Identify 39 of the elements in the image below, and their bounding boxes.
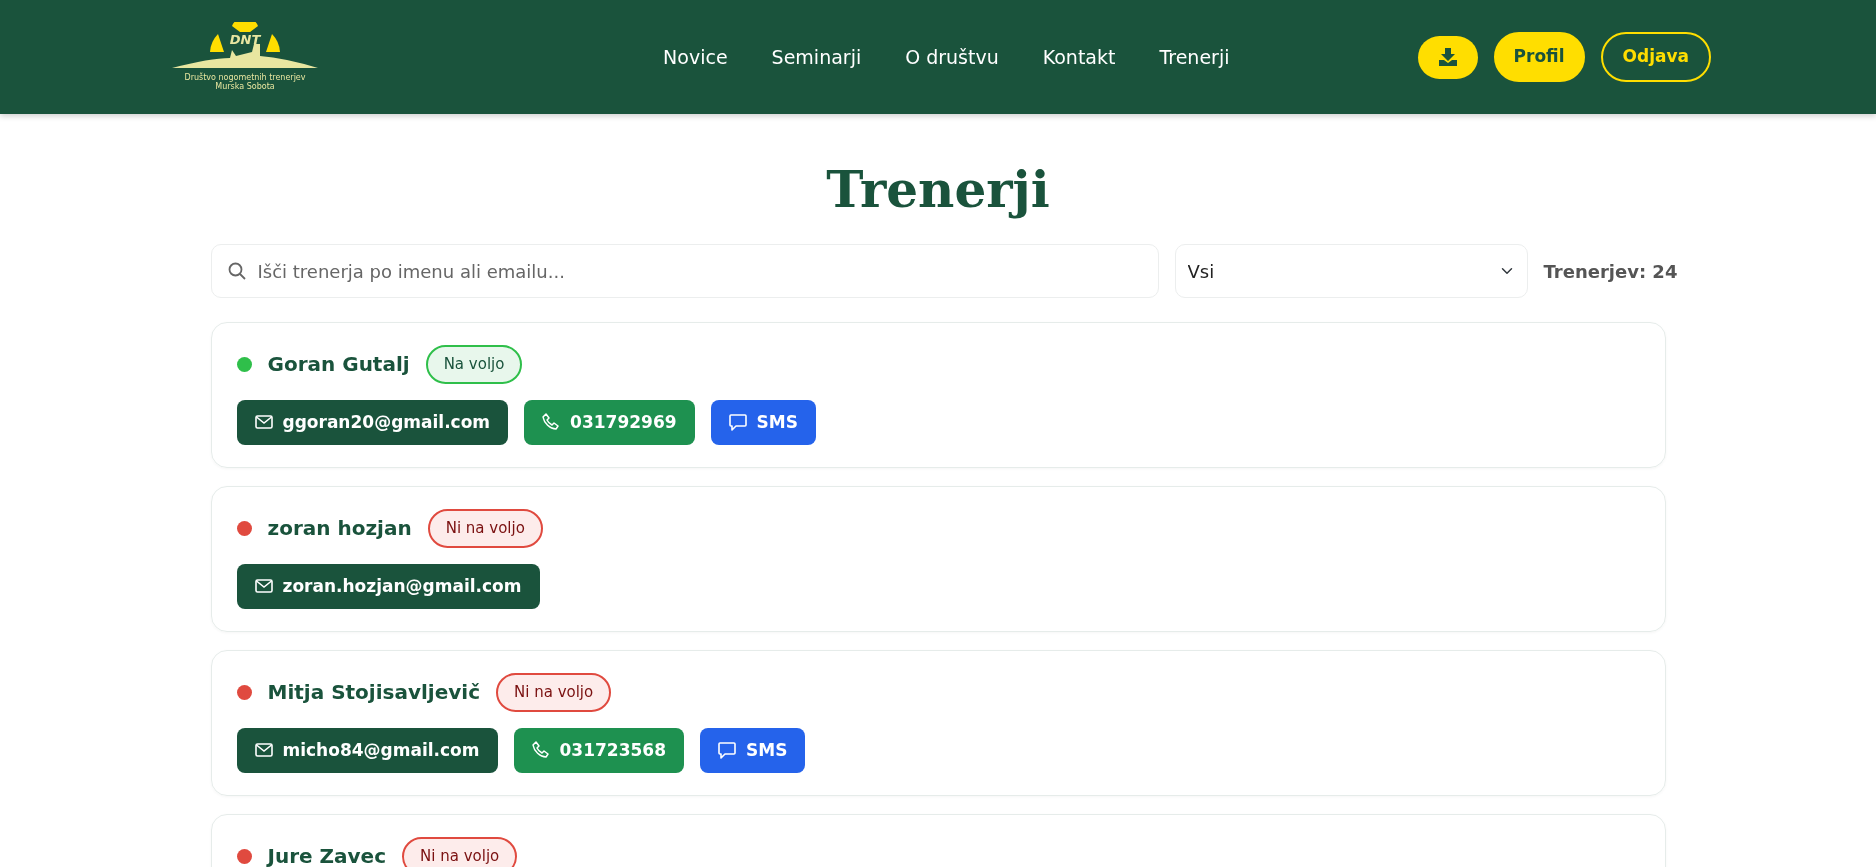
logo-text: Murska Sobota [215, 83, 275, 92]
nav-link[interactable]: Seminarji [749, 42, 884, 72]
profile-button[interactable]: Profil [1493, 32, 1585, 82]
download-icon [1437, 48, 1458, 66]
logout-button[interactable]: Odjava [1600, 32, 1711, 82]
availability-badge: Ni na voljo [402, 837, 518, 867]
mail-icon [254, 415, 273, 430]
chat-icon [728, 413, 747, 431]
sms-button[interactable]: SMS [710, 399, 816, 445]
filter-dropdown[interactable]: Vsi [1174, 244, 1528, 298]
nav-link[interactable]: Novice [641, 42, 750, 72]
coach-name: Jure Zavec [267, 843, 387, 867]
phone-button[interactable]: 031723568 [513, 727, 684, 773]
availability-badge: Ni na voljo [427, 509, 543, 548]
search-icon [227, 262, 246, 280]
mail-icon [254, 743, 273, 758]
search-field[interactable]: Išči trenerja po imenu ali emailu... [210, 244, 1159, 298]
phone-icon [542, 413, 561, 432]
sms-button[interactable]: SMS [699, 727, 806, 773]
logo-text: Društvo nogometnih trenerjev [184, 74, 306, 83]
nav-link[interactable]: O društvu [883, 42, 1021, 72]
availability-badge: Ni na voljo [496, 673, 612, 712]
mail-icon [254, 579, 273, 594]
coach-name: zoran hozjan [267, 515, 412, 543]
email-button[interactable]: ggoran20@gmail.com [236, 399, 509, 445]
coach-name: Mitja Stojisavljevič [267, 679, 480, 707]
chat-icon [717, 741, 736, 759]
phone-icon [531, 741, 550, 760]
coach-count: Trenerjev: 24 [1543, 259, 1678, 284]
availability-badge: Na voljo [425, 345, 523, 384]
download-button[interactable] [1417, 35, 1478, 79]
coach-name: Goran Gutalj [267, 351, 410, 379]
email-button[interactable]: micho84@gmail.com [236, 727, 498, 773]
email-button[interactable]: zoran.hozjan@gmail.com [236, 563, 540, 609]
phone-button[interactable]: 031792969 [524, 399, 695, 445]
page-title: Trenerji [825, 160, 1051, 220]
nav-link[interactable]: Trenerji [1137, 42, 1252, 72]
logo[interactable]: DNT Društvo nogometnih trenerjev Murska Sobota [165, 22, 325, 92]
nav-link[interactable]: Kontakt [1020, 42, 1138, 72]
